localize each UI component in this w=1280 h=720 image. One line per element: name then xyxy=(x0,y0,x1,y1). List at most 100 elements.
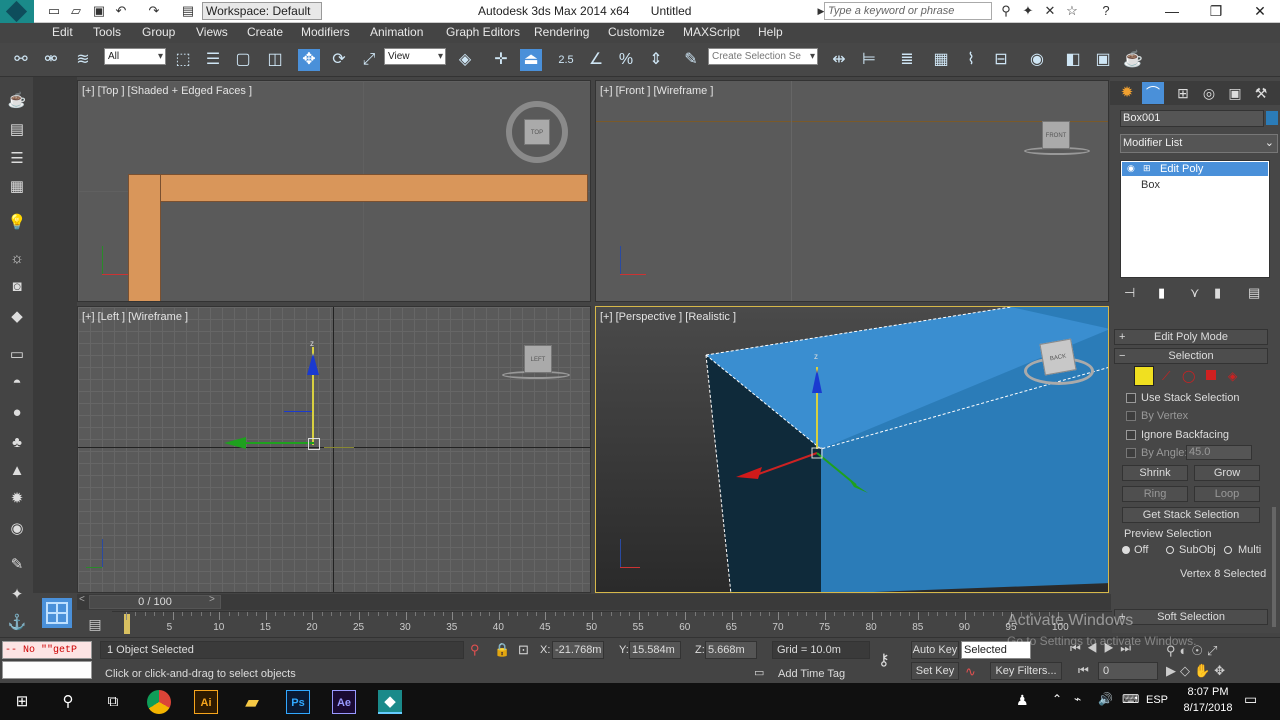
graphite-ribbon-icon[interactable]: ▦ xyxy=(930,49,952,71)
viewcube-top[interactable]: TOP xyxy=(524,119,550,145)
illustrator-icon[interactable]: Ai xyxy=(194,690,218,714)
workspace-dropdown[interactable]: Workspace: Default xyxy=(202,2,322,20)
after-effects-icon[interactable]: Ae xyxy=(332,690,356,714)
light-bulb-icon[interactable]: 💡 xyxy=(7,213,27,233)
viewport-top[interactable]: TOP [+] [Top ] [Shaded + Edged Faces ] xyxy=(77,80,591,302)
schematic-view-icon[interactable]: ⊟ xyxy=(990,49,1012,71)
time-next-icon[interactable]: > xyxy=(209,594,215,605)
key-icon[interactable]: ⚷ xyxy=(878,650,890,670)
volume-icon[interactable]: 🔊 xyxy=(1098,692,1113,706)
sphere-icon[interactable]: ● xyxy=(7,403,27,423)
top-shape-horizontal[interactable] xyxy=(128,174,588,202)
snap-icon[interactable]: ⚓ xyxy=(7,613,27,633)
get-stack-selection-button[interactable]: Get Stack Selection xyxy=(1122,507,1260,523)
menu-edit[interactable]: Edit xyxy=(52,25,73,39)
viewcube-front[interactable]: FRONT xyxy=(1042,121,1070,149)
sun-icon[interactable]: ✹ xyxy=(7,489,27,509)
object-name-field[interactable]: Box001 xyxy=(1120,110,1264,127)
selection-filter-dropdown[interactable]: All xyxy=(104,48,166,65)
viewport-label-top[interactable]: [+] [Top ] [Shaded + Edged Faces ] xyxy=(82,85,252,97)
select-move-icon[interactable]: ✥ xyxy=(298,49,320,71)
chevron-up-icon[interactable]: ⌃ xyxy=(1052,692,1062,706)
viewport-label-perspective[interactable]: [+] [Perspective ] [Realistic ] xyxy=(600,311,736,323)
close-icon[interactable]: ✕ xyxy=(1240,0,1280,23)
pin-stack-icon[interactable]: ⊣ xyxy=(1124,285,1135,301)
search-icon[interactable]: ⚲ xyxy=(56,690,80,714)
rectangular-region-icon[interactable]: ▢ xyxy=(232,49,254,71)
viewport-label-left[interactable]: [+] [Left ] [Wireframe ] xyxy=(82,311,188,323)
ring-button[interactable]: Ring xyxy=(1122,486,1188,502)
scene-explorer-icon[interactable]: ▤ xyxy=(7,120,27,140)
menu-graph-editors[interactable]: Graph Editors xyxy=(446,25,520,39)
preview-multi-radio[interactable] xyxy=(1224,546,1232,554)
plane-icon[interactable]: ▭ xyxy=(7,345,27,365)
y-coordinate-field[interactable]: 15.584m xyxy=(629,641,681,659)
select-rotate-icon[interactable]: ⟳ xyxy=(328,49,350,71)
select-by-name-icon[interactable]: ☰ xyxy=(202,49,224,71)
windows-start-icon[interactable]: ⊞ xyxy=(10,690,34,714)
gizmo-z-arrow[interactable] xyxy=(307,353,319,375)
rollout-soft-selection[interactable]: + Soft Selection xyxy=(1114,609,1268,625)
bind-space-warp-icon[interactable]: ≋ xyxy=(72,49,94,71)
element-mode-icon[interactable]: ◈ xyxy=(1228,369,1237,383)
select-scale-icon[interactable]: ⤢ xyxy=(358,49,380,71)
dummy-icon[interactable]: ◆ xyxy=(7,307,27,327)
time-tag-icon[interactable]: ▭ xyxy=(754,666,764,679)
snaps-toggle-icon[interactable]: 2.5 xyxy=(555,49,577,71)
help-icon[interactable]: ? xyxy=(1098,3,1114,19)
motion-tab-icon[interactable]: ◎ xyxy=(1198,82,1220,104)
sculpt-icon[interactable]: ✦ xyxy=(7,585,27,605)
photoshop-icon[interactable]: Ps xyxy=(286,690,310,714)
minimize-icon[interactable]: — xyxy=(1152,0,1192,23)
new-file-icon[interactable]: ▭ xyxy=(46,3,62,19)
preview-off-radio[interactable] xyxy=(1122,546,1130,554)
set-key-button[interactable]: Set Key xyxy=(911,662,959,680)
key-filters-button[interactable]: Key Filters... xyxy=(990,662,1062,680)
menu-customize[interactable]: Customize xyxy=(608,25,665,39)
tree-icon[interactable]: ♣ xyxy=(7,433,27,453)
pivot-center-icon[interactable]: ◈ xyxy=(454,49,476,71)
by-angle-spinner[interactable]: 45.0 xyxy=(1186,445,1252,460)
border-mode-icon[interactable]: ◯ xyxy=(1182,369,1195,383)
manipulate-icon[interactable]: ✛ xyxy=(490,49,512,71)
viewport-label-front[interactable]: [+] [Front ] [Wireframe ] xyxy=(600,85,713,97)
display-tab-icon[interactable]: ▣ xyxy=(1224,82,1246,104)
gizmo-y-line[interactable] xyxy=(238,442,314,444)
subscription-icon[interactable]: ✦ xyxy=(1020,3,1036,19)
panel-scrollbar[interactable] xyxy=(1272,507,1276,627)
select-object-icon[interactable]: ⬚ xyxy=(172,49,194,71)
menu-tools[interactable]: Tools xyxy=(93,25,121,39)
rendered-frame-icon[interactable]: ▣ xyxy=(1092,49,1114,71)
shrink-button[interactable]: Shrink xyxy=(1122,465,1188,481)
vertex-mode-icon[interactable] xyxy=(1134,366,1154,386)
utilities-tab-icon[interactable]: ⚒ xyxy=(1250,82,1272,104)
open-file-icon[interactable]: ▱ xyxy=(68,3,84,19)
project-folder-icon[interactable]: ▤ xyxy=(180,3,196,19)
modifier-list-dropdown[interactable]: Modifier List ⌄ xyxy=(1120,134,1278,153)
chrome-icon[interactable] xyxy=(147,690,171,714)
menu-create[interactable]: Create xyxy=(247,25,283,39)
grid-icon[interactable]: ▦ xyxy=(7,177,27,197)
gizmo-center[interactable] xyxy=(308,438,320,450)
top-shape-vertical[interactable] xyxy=(128,174,161,301)
box-object[interactable]: z xyxy=(596,307,1109,593)
3dsmax-taskbar-icon[interactable]: ◆ xyxy=(378,690,402,714)
maximize-icon[interactable]: ❐ xyxy=(1196,0,1236,23)
dome-icon[interactable]: ◓ xyxy=(7,373,27,393)
reference-coordinate-dropdown[interactable]: View xyxy=(384,48,446,65)
by-vertex-checkbox[interactable] xyxy=(1126,411,1136,421)
link-icon[interactable]: ⚯ xyxy=(10,49,32,71)
mirror-icon[interactable]: ⇹ xyxy=(828,49,850,71)
viewcube-left[interactable]: LEFT xyxy=(524,345,552,373)
viewport-layout-icon[interactable] xyxy=(42,598,72,628)
notification-icon[interactable]: ▭ xyxy=(1244,691,1257,708)
language-indicator[interactable]: ESP xyxy=(1146,694,1168,706)
make-unique-icon[interactable]: ⋎ xyxy=(1190,285,1200,301)
window-crossing-icon[interactable]: ◫ xyxy=(264,49,286,71)
sunlight-icon[interactable]: ☼ xyxy=(7,249,27,269)
grow-button[interactable]: Grow xyxy=(1194,465,1260,481)
edge-mode-icon[interactable]: ⟋ xyxy=(1162,369,1170,384)
angle-snap-icon[interactable]: ∠ xyxy=(585,49,607,71)
maxscript-input[interactable] xyxy=(2,661,92,679)
search-input[interactable]: Type a keyword or phrase xyxy=(824,2,992,20)
